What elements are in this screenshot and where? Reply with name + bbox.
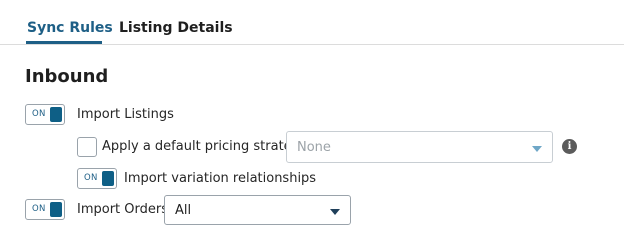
- toggle-knob: [102, 171, 114, 186]
- toggle-knob: [50, 107, 62, 122]
- import-orders-select[interactable]: All: [164, 195, 351, 225]
- tab-listing-details[interactable]: Listing Details: [119, 20, 233, 36]
- toggle-knob: [50, 202, 62, 217]
- import-variation-toggle[interactable]: ON: [77, 168, 117, 189]
- toggle-on-label: ON: [32, 204, 46, 214]
- toggle-on-label: ON: [32, 109, 46, 119]
- import-orders-toggle[interactable]: ON: [25, 199, 65, 220]
- import-variation-label: Import variation relationships: [124, 171, 317, 186]
- pricing-strategy-select[interactable]: None: [286, 131, 553, 163]
- import-listings-toggle[interactable]: ON: [25, 104, 65, 125]
- pricing-strategy-select-value: None: [297, 140, 331, 155]
- chevron-down-icon: [532, 146, 542, 152]
- active-tab-indicator: [26, 41, 102, 44]
- import-orders-select-value: All: [175, 203, 192, 218]
- toggle-on-label: ON: [84, 173, 98, 183]
- import-listings-label: Import Listings: [77, 107, 174, 122]
- tab-sync-rules[interactable]: Sync Rules: [27, 20, 113, 36]
- section-title-inbound: Inbound: [25, 66, 109, 87]
- info-icon[interactable]: i: [562, 139, 577, 154]
- tab-bar: Sync Rules Listing Details: [0, 0, 624, 45]
- pricing-strategy-checkbox[interactable]: [77, 137, 97, 157]
- chevron-down-icon: [330, 209, 340, 215]
- pricing-strategy-label: Apply a default pricing strategy: [102, 139, 308, 154]
- import-orders-label: Import Orders: [77, 202, 168, 217]
